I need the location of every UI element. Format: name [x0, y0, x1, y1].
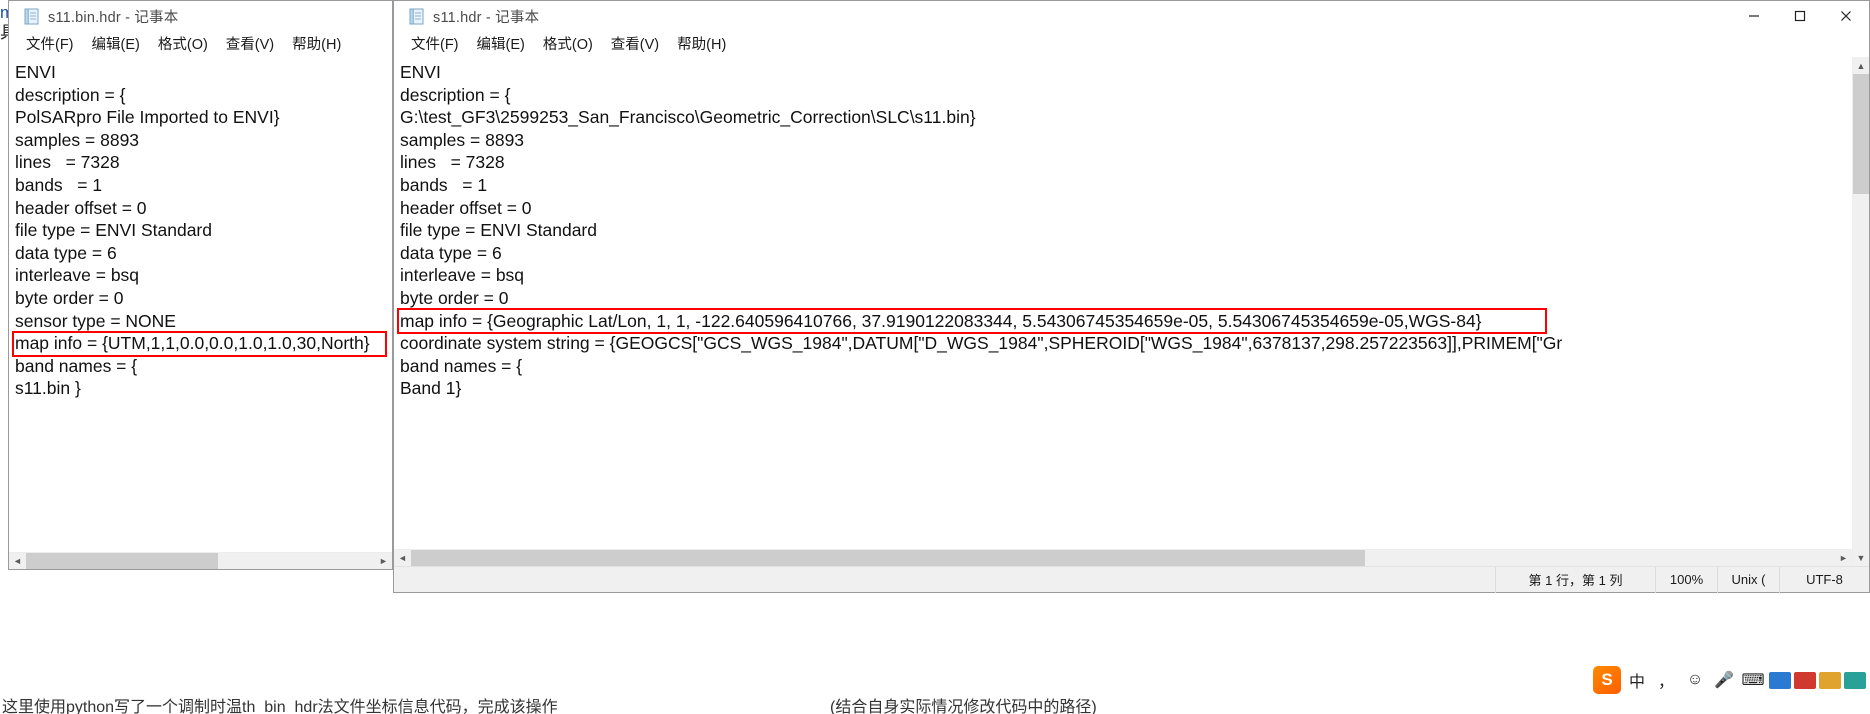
right-vscroll-up-arrow[interactable]: ▲ [1853, 57, 1869, 74]
right-hscroll-thumb[interactable] [411, 550, 1366, 566]
right-text-editor[interactable]: ENVI description = { G:\test_GF3\2599253… [394, 57, 1869, 566]
toolbox-gold-icon[interactable] [1819, 671, 1841, 689]
right-line-description-path: G:\test_GF3\2599253_San_Francisco\Geomet… [400, 107, 976, 128]
left-line-8: data type = 6 [15, 242, 117, 263]
toolbox-red-icon[interactable] [1794, 671, 1816, 689]
notepad-icon [408, 8, 425, 25]
right-vertical-scrollbar[interactable]: ▲ ▼ [1852, 57, 1869, 566]
bottom-note-right: (结合自身实际情况修改代码中的路径) [830, 699, 1097, 714]
left-menu-view[interactable]: 查看(V) [217, 33, 283, 54]
ime-punctuation-icon[interactable]: ， [1653, 665, 1679, 695]
ime-tray[interactable]: S 中 ， ☺ 🎤 ⌨ [1593, 660, 1870, 700]
right-line-14: Band 1} [400, 378, 462, 399]
cursor-position-indicator: 第 1 行，第 1 列 [1495, 566, 1655, 593]
zoom-level-indicator: 100% [1655, 566, 1717, 593]
right-vscroll-down-arrow[interactable]: ▼ [1853, 549, 1869, 566]
left-menu-edit[interactable]: 编辑(E) [83, 33, 149, 54]
left-window-menubar[interactable]: 文件(F) 编辑(E) 格式(O) 查看(V) 帮助(H) [9, 31, 392, 56]
left-hscroll-left-arrow[interactable]: ◄ [9, 553, 26, 569]
left-line-0: ENVI [15, 62, 56, 82]
right-line-8: data type = 6 [400, 242, 502, 263]
left-line-5: bands = 1 [15, 174, 103, 195]
maximize-button[interactable] [1777, 1, 1823, 31]
left-menu-format[interactable]: 格式(O) [149, 33, 217, 54]
left-line-10: byte order = 0 [15, 287, 124, 308]
toolbox-teal-icon[interactable] [1844, 671, 1866, 689]
right-line-6: header offset = 0 [400, 197, 532, 218]
close-button[interactable] [1823, 1, 1869, 31]
right-hscroll-left-arrow[interactable]: ◄ [394, 550, 411, 566]
right-hscroll-track[interactable] [411, 550, 1835, 566]
right-line-3: samples = 8893 [400, 129, 525, 150]
right-menu-help[interactable]: 帮助(H) [668, 33, 735, 54]
right-line-7: file type = ENVI Standard [400, 220, 597, 241]
keyboard-icon[interactable]: ⌨ [1740, 665, 1766, 695]
left-line-1: description = { [15, 84, 126, 105]
right-horizontal-scrollbar[interactable]: ◄ ► [394, 549, 1852, 566]
left-line-4: lines = 7328 [15, 152, 120, 173]
left-line-3: samples = 8893 [15, 129, 140, 150]
right-window-body[interactable]: ENVI description = { G:\test_GF3\2599253… [394, 56, 1869, 566]
right-hscroll-right-arrow[interactable]: ► [1835, 550, 1852, 566]
left-window-titlebar[interactable]: s11.bin.hdr - 记事本 [9, 1, 392, 31]
screen: m 具 这里使用python写了一个调制时温th_bin_hdr法文件坐标信息代… [0, 0, 1870, 714]
right-window-menubar[interactable]: 文件(F) 编辑(E) 格式(O) 查看(V) 帮助(H) [394, 31, 1869, 56]
notepad-window-right[interactable]: s11.hdr - 记事本 文件(F) 编辑(E) 格式(O) 查看(V) 帮助… [393, 0, 1870, 593]
left-hscroll-track[interactable] [26, 553, 375, 569]
right-window-title: s11.hdr - 记事本 [433, 9, 540, 26]
right-menu-edit[interactable]: 编辑(E) [468, 33, 534, 54]
left-window-title: s11.bin.hdr - 记事本 [48, 9, 179, 26]
left-hscroll-thumb[interactable] [26, 553, 218, 569]
right-line-map-info: map info = {Geographic Lat/Lon, 1, 1, -1… [400, 310, 1482, 331]
right-window-titlebar[interactable]: s11.hdr - 记事本 [394, 1, 1869, 31]
left-menu-file[interactable]: 文件(F) [17, 33, 83, 54]
microphone-icon[interactable]: 🎤 [1711, 665, 1737, 695]
left-line-6: header offset = 0 [15, 197, 147, 218]
sogou-logo-icon[interactable]: S [1593, 666, 1621, 694]
toolbox-blue-icon[interactable] [1769, 671, 1791, 689]
left-line-13: band names = { [15, 355, 138, 376]
right-menu-file[interactable]: 文件(F) [402, 33, 468, 54]
encoding-indicator: UTF-8 [1779, 566, 1869, 593]
notepad-window-left[interactable]: s11.bin.hdr - 记事本 文件(F) 编辑(E) 格式(O) 查看(V… [8, 0, 393, 570]
right-line-1: description = { [400, 84, 511, 105]
right-line-4: lines = 7328 [400, 152, 505, 173]
right-vscroll-thumb[interactable] [1853, 74, 1869, 194]
bottom-note-left: 这里使用python写了一个调制时温th_bin_hdr法文件坐标信息代码，完成… [2, 699, 558, 714]
left-line-9: interleave = bsq [15, 265, 140, 286]
right-window-statusbar: 第 1 行，第 1 列 100% Unix ( UTF-8 [394, 566, 1869, 593]
left-horizontal-scrollbar[interactable]: ◄ ► [9, 552, 392, 569]
left-line-11: sensor type = NONE [15, 310, 176, 331]
notepad-icon [23, 8, 40, 25]
left-line-map-info: map info = {UTM,1,1,0.0,0.0,1.0,1.0,30,N… [15, 333, 370, 354]
minimize-button[interactable] [1731, 1, 1777, 31]
right-line-9: interleave = bsq [400, 265, 525, 286]
left-window-body[interactable]: ENVI description = { PolSARpro File Impo… [9, 56, 392, 569]
bottom-note-strip: 这里使用python写了一个调制时温th_bin_hdr法文件坐标信息代码，完成… [0, 692, 1870, 714]
right-line-0: ENVI [400, 62, 441, 82]
left-text-editor[interactable]: ENVI description = { PolSARpro File Impo… [9, 57, 392, 569]
left-menu-help[interactable]: 帮助(H) [283, 33, 350, 54]
left-line-2: PolSARpro File Imported to ENVI} [15, 107, 280, 128]
right-menu-format[interactable]: 格式(O) [534, 33, 602, 54]
right-line-coordinate-system: coordinate system string = {GEOGCS["GCS_… [400, 333, 1563, 354]
emoji-icon[interactable]: ☺ [1682, 665, 1708, 695]
left-line-14: s11.bin } [15, 378, 81, 399]
right-line-5: bands = 1 [400, 174, 488, 195]
left-line-7: file type = ENVI Standard [15, 220, 212, 241]
right-line-10: byte order = 0 [400, 287, 509, 308]
right-window-controls[interactable] [1731, 1, 1869, 31]
right-line-13: band names = { [400, 355, 523, 376]
ime-chinese-icon[interactable]: 中 [1624, 665, 1650, 695]
left-hscroll-right-arrow[interactable]: ► [375, 553, 392, 569]
line-ending-indicator: Unix ( [1717, 566, 1779, 593]
right-menu-view[interactable]: 查看(V) [602, 33, 668, 54]
